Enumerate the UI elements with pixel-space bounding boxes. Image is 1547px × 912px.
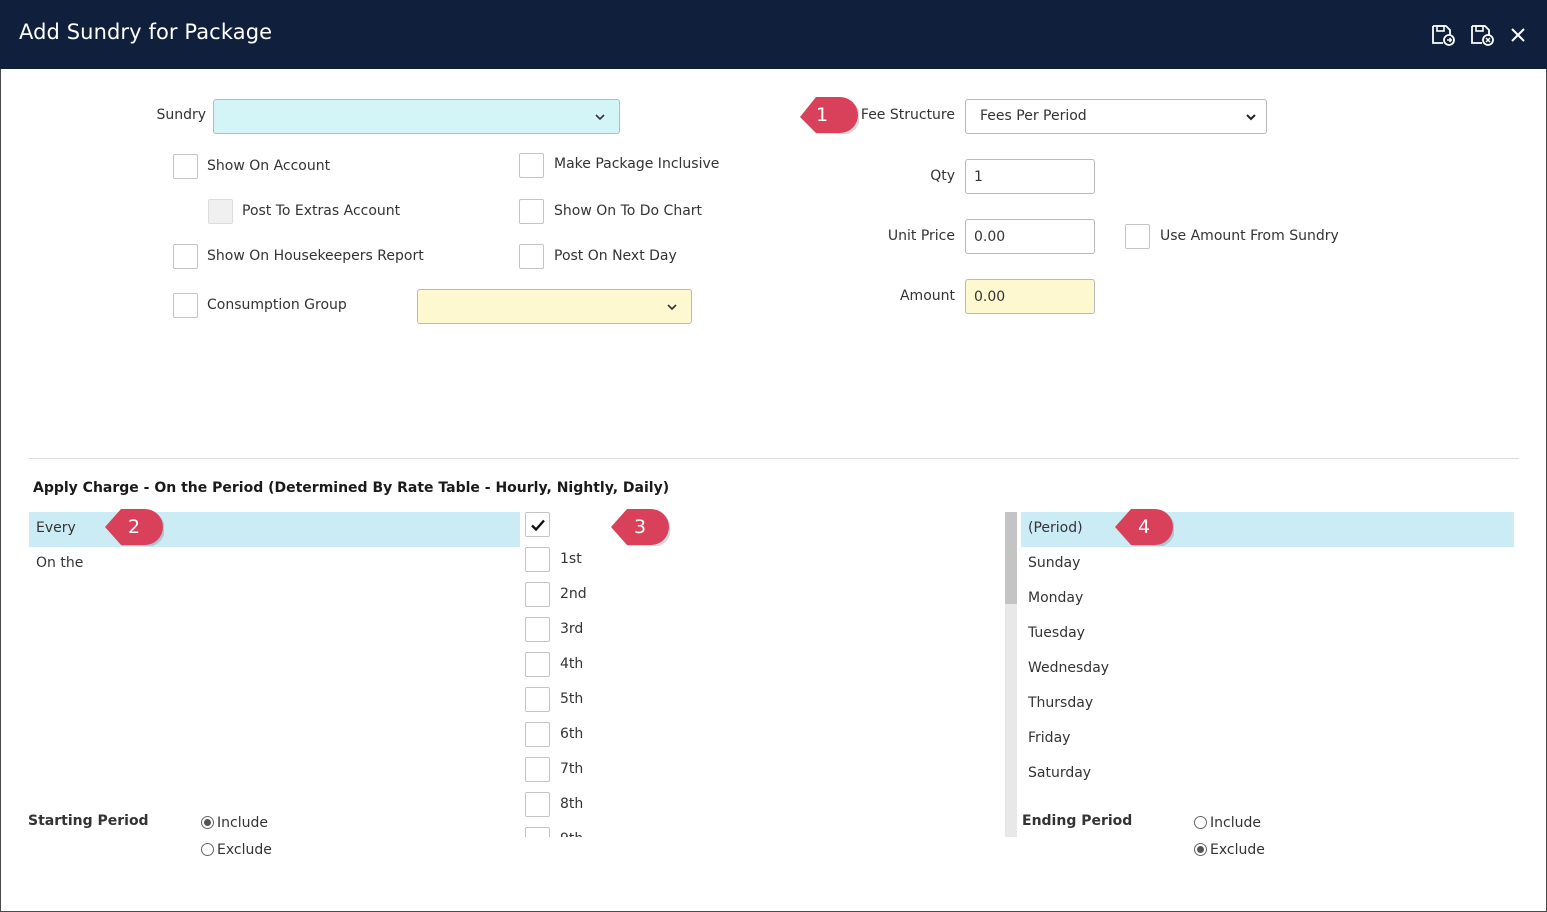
day-item-friday[interactable]: Friday <box>1021 722 1514 757</box>
fee-structure-select[interactable]: Fees Per Period <box>965 99 1267 134</box>
frequency-item-on-the[interactable]: On the <box>29 547 520 582</box>
sundry-select[interactable] <box>213 99 620 134</box>
ordinal-checkbox[interactable] <box>525 722 550 747</box>
day-item-sunday[interactable]: Sunday <box>1021 547 1514 582</box>
close-icon[interactable] <box>1507 24 1529 46</box>
callout-number: 3 <box>633 516 647 538</box>
show-on-todo-checkbox[interactable] <box>519 199 544 224</box>
chevron-down-icon <box>1246 113 1256 120</box>
amount-label: Amount <box>899 288 955 304</box>
ending-exclude-radio[interactable] <box>1194 843 1207 856</box>
ordinal-checkbox[interactable] <box>525 652 550 677</box>
fee-structure-value: Fees Per Period <box>980 108 1087 124</box>
day-item-wednesday[interactable]: Wednesday <box>1021 652 1514 687</box>
use-amount-from-sundry-checkbox[interactable] <box>1125 224 1150 249</box>
post-to-extras-label: Post To Extras Account <box>242 203 401 219</box>
ordinal-label: 1st <box>560 551 582 567</box>
ordinal-label: 9th <box>560 831 583 837</box>
amount-input[interactable]: 0.00 <box>965 279 1095 314</box>
callout-number: 4 <box>1137 516 1151 538</box>
ordinal-label: 6th <box>560 726 584 742</box>
show-on-account-label: Show On Account <box>207 158 331 174</box>
ordinal-label: 4th <box>560 656 584 672</box>
ordinal-list: 1st 2nd 3rd 4th 5th 6th 7th 8th 9th <box>520 509 640 837</box>
callout-number: 2 <box>127 516 141 538</box>
unit-price-value: 0.00 <box>974 229 1006 245</box>
chevron-down-icon <box>595 113 605 120</box>
ordinal-label: 8th <box>560 796 584 812</box>
show-on-account-checkbox[interactable] <box>173 154 198 179</box>
day-item-saturday[interactable]: Saturday <box>1021 757 1514 792</box>
ending-include-label: Include <box>1210 815 1261 831</box>
day-item-period[interactable]: (Period) <box>1021 512 1514 547</box>
day-item-thursday[interactable]: Thursday <box>1021 687 1514 722</box>
ordinal-checkbox[interactable] <box>525 617 550 642</box>
ending-include-radio[interactable] <box>1194 816 1207 829</box>
days-scrollbar-thumb[interactable] <box>1005 512 1017 604</box>
dialog-title: Add Sundry for Package <box>19 20 273 44</box>
unit-price-input[interactable]: 0.00 <box>965 219 1095 254</box>
starting-period-label: Starting Period <box>28 813 149 829</box>
unit-price-label: Unit Price <box>887 228 955 244</box>
make-package-inclusive-label: Make Package Inclusive <box>554 156 720 172</box>
amount-value: 0.00 <box>974 289 1006 305</box>
checkmark-icon <box>531 519 545 532</box>
starting-exclude-label: Exclude <box>217 842 272 858</box>
sundry-label: Sundry <box>156 107 206 123</box>
save-icon[interactable] <box>1430 22 1456 48</box>
section-divider <box>29 458 1519 459</box>
ending-exclude-label: Exclude <box>1210 842 1265 858</box>
starting-include-radio[interactable] <box>201 816 214 829</box>
callout-marker: 1 <box>797 96 860 135</box>
ending-period-label: Ending Period <box>1022 813 1133 829</box>
chevron-down-icon <box>667 303 677 310</box>
ordinal-checkbox[interactable] <box>525 547 550 572</box>
consumption-group-select[interactable] <box>417 289 692 324</box>
starting-include-label: Include <box>217 815 268 831</box>
ordinal-checkbox[interactable] <box>525 582 550 607</box>
post-on-next-day-label: Post On Next Day <box>554 248 677 264</box>
show-on-housekeepers-checkbox[interactable] <box>173 244 198 269</box>
day-item-monday[interactable]: Monday <box>1021 582 1514 617</box>
ordinal-label: 2nd <box>560 586 587 602</box>
qty-input[interactable]: 1 <box>965 159 1095 194</box>
ordinal-label: 3rd <box>560 621 584 637</box>
make-package-inclusive-checkbox[interactable] <box>519 153 544 178</box>
show-on-housekeepers-label: Show On Housekeepers Report <box>207 248 424 264</box>
consumption-group-checkbox[interactable] <box>173 293 198 318</box>
day-item-tuesday[interactable]: Tuesday <box>1021 617 1514 652</box>
qty-label: Qty <box>930 168 955 184</box>
callout-number: 1 <box>815 104 829 126</box>
title-bar: Add Sundry for Package <box>0 0 1547 69</box>
ordinal-label: 7th <box>560 761 584 777</box>
ordinal-checkbox[interactable] <box>525 827 550 837</box>
use-amount-from-sundry-label: Use Amount From Sundry <box>1160 228 1339 244</box>
post-on-next-day-checkbox[interactable] <box>519 244 544 269</box>
consumption-group-label: Consumption Group <box>207 297 347 313</box>
ordinal-checkbox[interactable] <box>525 757 550 782</box>
apply-charge-title: Apply Charge - On the Period (Determined… <box>33 480 670 496</box>
ordinal-checkbox[interactable] <box>525 687 550 712</box>
callout-marker: 3 <box>608 508 671 547</box>
callout-marker: 2 <box>102 508 165 547</box>
post-to-extras-checkbox[interactable] <box>208 199 233 224</box>
qty-value: 1 <box>974 169 983 185</box>
ordinal-label: 5th <box>560 691 584 707</box>
save-close-icon[interactable] <box>1469 22 1495 48</box>
ordinal-checkbox[interactable] <box>525 792 550 817</box>
show-on-todo-label: Show On To Do Chart <box>554 203 703 219</box>
ordinal-all-checkbox[interactable] <box>525 512 550 537</box>
starting-exclude-radio[interactable] <box>201 843 214 856</box>
callout-marker: 4 <box>1112 508 1175 547</box>
